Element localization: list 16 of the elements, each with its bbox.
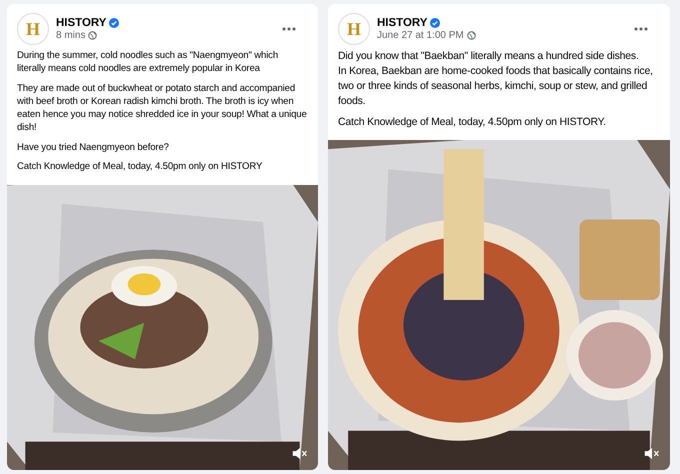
globe-icon xyxy=(88,31,98,40)
post-text: Did you know that "Baekban" literally means a hundred side dishes. In Korea, Baekban are home-cooked foods that basically contains rice, two or three kinds of seasonal herbs, kimchi, soup or stew, and grilled foods. xyxy=(338,49,654,109)
post-time[interactable]: June 27 at 1:00 PM xyxy=(377,30,464,41)
globe-icon xyxy=(466,31,476,40)
post-text: Catch Knowledge of Meal, today, 4.50pm only on HISTORY xyxy=(17,160,264,174)
post-text: During the summer, cold noodles such as "Naengmyeon" which literally means cold noodles are extremely popular in Korea xyxy=(17,49,280,76)
post-time[interactable]: 8 mins xyxy=(56,30,86,41)
post-text: Have you tried Naengmyeon before? xyxy=(17,140,170,154)
page-name[interactable]: HISTORY xyxy=(56,17,106,29)
muted-speaker-icon[interactable] xyxy=(292,447,308,460)
post-text: They are made out of buckwheat or potato starch and accompanied with beef broth or Korean radish kimchi broth. The broth is icy when eaten hence you may notice shredded ice in your soup! What a unique dish! xyxy=(17,82,308,135)
muted-speaker-icon[interactable] xyxy=(644,447,660,460)
post-text: Catch Knowledge of Meal, today, 4.50pm only on HISTORY. xyxy=(338,115,607,130)
more-icon xyxy=(282,27,296,31)
page-name[interactable]: HISTORY xyxy=(377,17,428,29)
more-icon xyxy=(634,27,648,31)
